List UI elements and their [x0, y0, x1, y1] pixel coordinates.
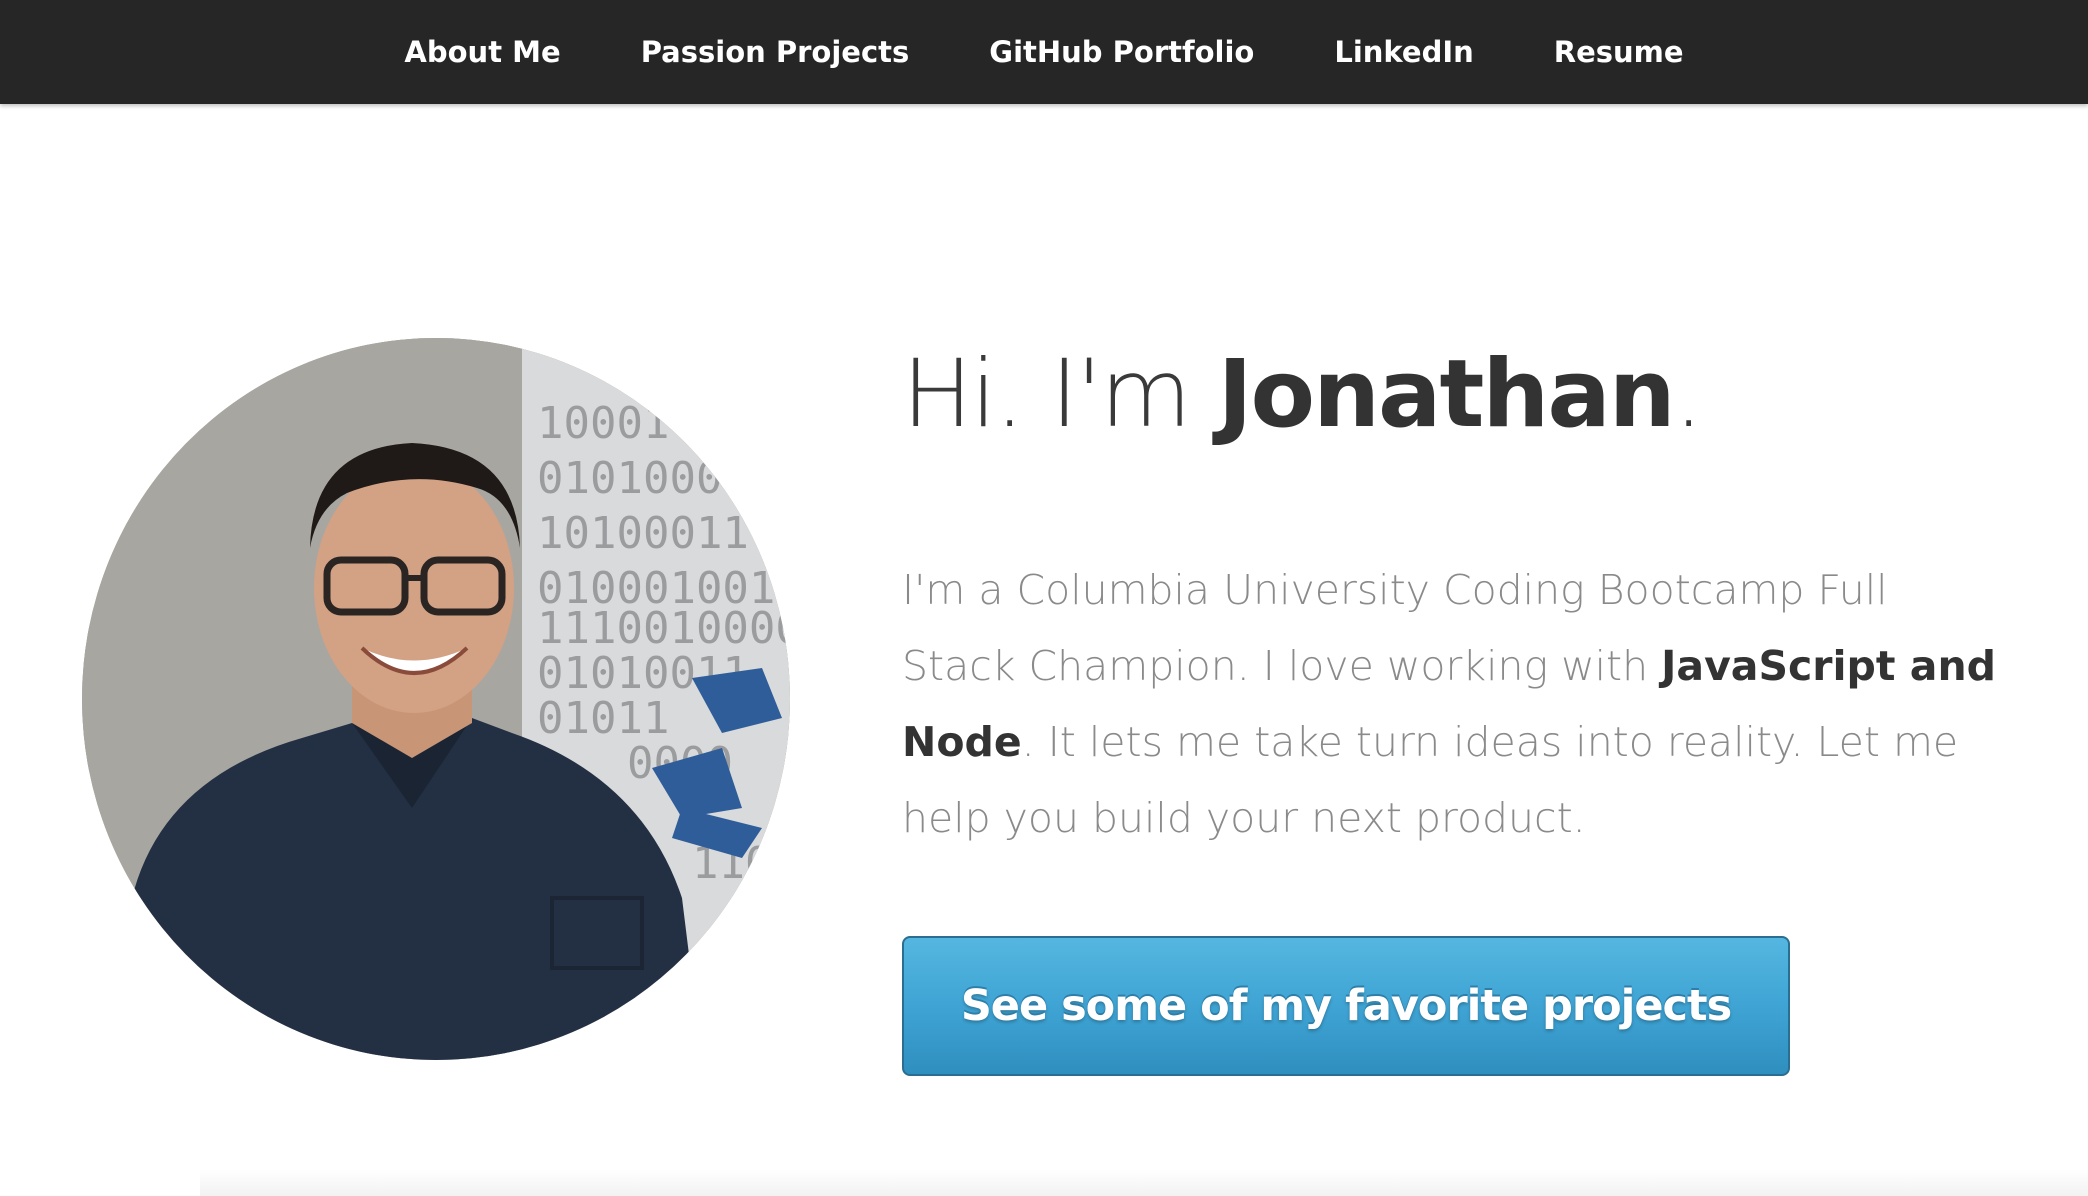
section-divider-shadow [200, 1170, 2088, 1196]
intro-paragraph: I'm a Columbia University Coding Bootcam… [902, 552, 2002, 856]
photo-digits-2: 01010001 [537, 453, 749, 504]
photo-digits-7: 01011 [537, 693, 669, 744]
nav-link-github-portfolio[interactable]: GitHub Portfolio [949, 35, 1294, 69]
nav-link-about-me[interactable]: About Me [364, 35, 600, 69]
photo-digits-5: 1110010000 [537, 603, 790, 654]
title-period: . [1673, 340, 1704, 449]
nav-link-linkedin[interactable]: LinkedIn [1294, 35, 1513, 69]
name-text: Jonathan [1217, 340, 1676, 449]
nav-link-passion-projects[interactable]: Passion Projects [601, 35, 950, 69]
photo-digits-1: 10001 [537, 398, 669, 449]
page-title: Hi. I'm Jonathan. [902, 340, 1704, 449]
see-projects-button[interactable]: See some of my favorite projects [902, 936, 1790, 1076]
nav-link-resume[interactable]: Resume [1514, 35, 1724, 69]
top-navigation: About Me Passion Projects GitHub Portfol… [0, 0, 2088, 104]
greeting-text: Hi. I'm [902, 340, 1218, 449]
photo-digits-3: 10100011 [537, 508, 749, 559]
profile-photo: 10001 01010001 10100011 010001001 111001… [82, 338, 790, 1060]
intro-text-part2: . It lets me take turn ideas into realit… [902, 718, 1959, 842]
